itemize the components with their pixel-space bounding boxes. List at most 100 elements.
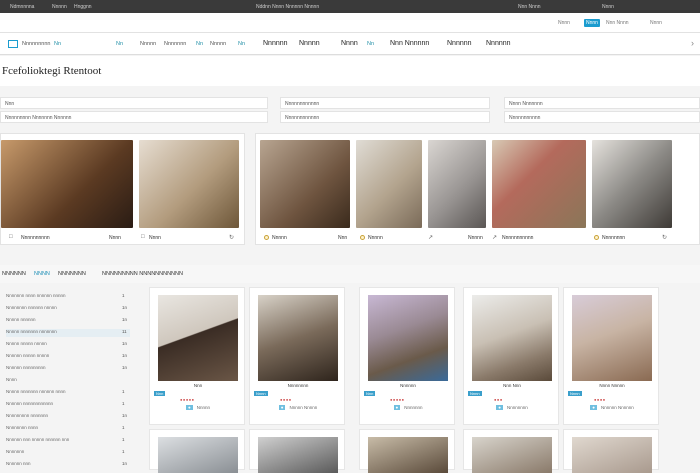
product-card[interactable]: Nnnn Nnnnn Nnnn ●●●● ● Nnnnnn Nnnnnn: [563, 287, 659, 425]
nav-item[interactable]: Nnnnn: [140, 41, 156, 47]
sidebar-item-selected[interactable]: Nnnnn nnnnnnn nnnnnnn 11: [6, 329, 130, 337]
product-card[interactable]: [359, 429, 455, 473]
top-link[interactable]: Hnggnn: [74, 4, 92, 10]
sub-link[interactable]: Nnn Nnnn: [606, 20, 629, 26]
featured-image[interactable]: [139, 140, 239, 228]
product-card[interactable]: Nnn Nnn ●●●●● ● Nnnnn: [149, 287, 245, 425]
sidebar-item[interactable]: Nnnnn nnnnnnn nnnnnn nnnn 1: [6, 389, 125, 397]
product-name: Nnn: [193, 383, 203, 388]
product-image[interactable]: [158, 295, 238, 381]
rating-dot: [264, 235, 269, 240]
sub-link[interactable]: Nnnn: [558, 20, 570, 26]
product-image[interactable]: [472, 295, 552, 381]
sidebar-item[interactable]: Nnnnnnnn nnnn 1: [6, 425, 125, 433]
sidebar-item[interactable]: Nnnnnn nnnnn nnnnn 1n: [6, 353, 127, 361]
nav-item[interactable]: Nn: [116, 41, 123, 47]
sidebar-item[interactable]: Nnnnn nnnnnn 1n: [6, 317, 127, 325]
filter-field[interactable]: Nnnnnnnnnnn: [504, 111, 700, 123]
sidebar-label: Nnnn: [6, 377, 17, 382]
top-link[interactable]: Nnnn: [602, 4, 614, 10]
nav-item[interactable]: Nnnnn: [299, 40, 320, 47]
sidebar-label: Nnnnnnn: [6, 449, 25, 454]
sidebar-item[interactable]: Nnnnnnn nnnn nnnnnn nnnnn 1: [6, 293, 125, 301]
tab-item[interactable]: NNNNNNNNN NNNNNNNNNNN: [102, 271, 183, 277]
sidebar-item[interactable]: Nnnnnn nnnnnnnnnnnn 1: [6, 401, 125, 409]
tag-icon: □: [9, 234, 13, 240]
sidebar-item[interactable]: Nnnnnnnn nnnnnn nnnnn 1n: [6, 305, 127, 313]
sub-link[interactable]: Nnnn: [650, 20, 662, 26]
sidebar-item[interactable]: Nnnnn nnnnn nnnnn 1n: [6, 341, 127, 349]
featured-image[interactable]: [592, 140, 672, 228]
sidebar-item[interactable]: Nnnnnnnnn nnnnnnn 1n: [6, 413, 127, 421]
top-link[interactable]: Nnnnn: [52, 4, 67, 10]
featured-caption: Nnnnn: [368, 235, 383, 241]
nav-item[interactable]: Nnnnnn: [447, 40, 472, 47]
product-meta: ● Nnnnnnn: [360, 405, 456, 410]
product-image[interactable]: [572, 437, 652, 473]
arrow-icon[interactable]: ↗: [492, 234, 497, 241]
product-image[interactable]: [258, 295, 338, 381]
logo-icon[interactable]: [8, 40, 18, 48]
chevron-right-icon[interactable]: ›: [691, 38, 694, 48]
featured-image[interactable]: [1, 140, 133, 228]
featured-caption: Nnnn: [149, 235, 161, 241]
featured-image[interactable]: [492, 140, 586, 228]
nav-item[interactable]: Nnnnn: [210, 41, 226, 47]
nav-item[interactable]: Nn: [367, 41, 374, 47]
nav-item[interactable]: Nnnnnn: [263, 40, 288, 47]
top-link[interactable]: Nnn Nnnn: [518, 4, 541, 10]
rating-stars: ●●●●●: [180, 397, 195, 402]
sidebar-item[interactable]: Nnnn: [6, 377, 17, 385]
nav-item[interactable]: Nnnnnnn: [164, 41, 186, 47]
product-card[interactable]: Nnnnnnnn Nnnn ●●●● ● Nnnnn Nnnnn: [249, 287, 345, 425]
product-image[interactable]: [158, 437, 238, 473]
refresh-icon[interactable]: ↻: [662, 234, 667, 241]
product-image[interactable]: [572, 295, 652, 381]
product-image[interactable]: [258, 437, 338, 473]
arrow-icon[interactable]: ↗: [428, 234, 433, 241]
product-meta-text: Nnnnnnnn: [506, 405, 528, 410]
featured-image[interactable]: [428, 140, 486, 228]
sidebar-label: Nnnnnnnnn nnnnnnn: [6, 413, 49, 418]
sidebar-count: 1n: [122, 365, 128, 370]
top-link[interactable]: Ndmnnnna: [10, 4, 34, 10]
product-image[interactable]: [472, 437, 552, 473]
filter-field[interactable]: Nnn: [0, 97, 268, 109]
top-link[interactable]: Nddnn Nnnn Nnnnnn Nnnnn: [256, 4, 319, 10]
product-image[interactable]: [368, 295, 448, 381]
sidebar-item[interactable]: Nnnnnn nnnnnnnnn 1n: [6, 365, 127, 373]
sub-link[interactable]: Nnnn: [584, 19, 600, 27]
product-tag: Nnn: [364, 391, 376, 396]
nav-item[interactable]: Nnn Nnnnnn: [390, 40, 429, 47]
nav-item[interactable]: Nn: [238, 41, 245, 47]
featured-image[interactable]: [260, 140, 350, 228]
product-card[interactable]: [249, 429, 345, 473]
product-card[interactable]: Nnnnnn Nnn ●●●●● ● Nnnnnnn: [359, 287, 455, 425]
product-card[interactable]: [563, 429, 659, 473]
product-image[interactable]: [368, 437, 448, 473]
tab-item[interactable]: NNNN: [34, 271, 50, 277]
featured-image[interactable]: [356, 140, 422, 228]
featured-price: Nnnn: [109, 235, 121, 241]
product-card[interactable]: [463, 429, 559, 473]
filter-field[interactable]: Nnnnnnnnn Nnnnnnn Nnnnnn: [0, 111, 268, 123]
brand-name[interactable]: Nnnnnnnnn: [22, 41, 50, 47]
refresh-icon[interactable]: ↻: [229, 234, 234, 241]
tab-item[interactable]: NNNNNN: [2, 271, 26, 277]
filter-field[interactable]: Nnnn Nnnnnnn: [504, 97, 700, 109]
sidebar-item[interactable]: Nnnnnnn 1: [6, 449, 125, 457]
product-meta-text: Nnnnnnn: [404, 405, 423, 410]
tab-item[interactable]: NNNNNNN: [58, 271, 86, 277]
product-card[interactable]: Nnn Nnn Nnnn ●●● ● Nnnnnnnn: [463, 287, 559, 425]
nav-item[interactable]: Nn: [196, 41, 203, 47]
filter-field[interactable]: Nnnnnnnnnnnn: [280, 97, 490, 109]
rating-stars: ●●●●: [594, 397, 606, 402]
sidebar-item[interactable]: Nnnnnn nnn 1n: [6, 461, 127, 469]
nav-item[interactable]: Nnnnnn: [486, 40, 511, 47]
filter-label: Nnnn Nnnnnnn: [509, 101, 543, 107]
filter-field[interactable]: Nnnnnnnnnnnn: [280, 111, 490, 123]
product-card[interactable]: [149, 429, 245, 473]
nav-item[interactable]: Nnnn: [341, 40, 358, 47]
sidebar-item[interactable]: Nnnnnn nnn nnnnn nnnnnn nnn 1: [6, 437, 125, 445]
filter-sidebar: Nnnnnnn nnnn nnnnnn nnnnn 1 Nnnnnnnn nnnn…: [0, 287, 140, 470]
